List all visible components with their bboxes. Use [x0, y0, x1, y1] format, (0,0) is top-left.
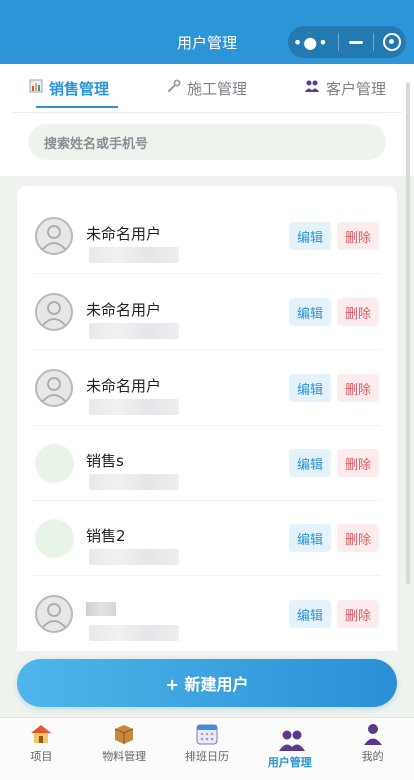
- delete-button[interactable]: 删除: [337, 600, 379, 628]
- title-bar: 用户管理 •●•: [0, 0, 414, 64]
- nav-label: 我的: [361, 750, 384, 763]
- nav-item-projects[interactable]: 项目: [0, 718, 83, 780]
- nav-label: 项目: [30, 750, 53, 763]
- edit-button[interactable]: 编辑: [289, 449, 331, 477]
- list-item[interactable]: 未命名用户 编辑 删除: [33, 274, 381, 350]
- tab-construction-label: 施工管理: [186, 79, 247, 98]
- nav-item-users[interactable]: 用户管理: [248, 718, 331, 780]
- tab-customers[interactable]: 客户管理: [276, 64, 414, 112]
- edit-button[interactable]: 编辑: [289, 298, 331, 326]
- user-name: 销售s: [86, 452, 124, 470]
- tab-sales[interactable]: 销售管理: [0, 64, 138, 112]
- list-item[interactable]: 未命名用户 编辑 删除: [33, 198, 381, 274]
- nav-item-me[interactable]: 我的: [331, 718, 414, 780]
- blank-avatar: [35, 519, 74, 558]
- delete-button[interactable]: 删除: [337, 222, 379, 250]
- tab-sales-label: 销售管理: [48, 79, 109, 98]
- nav-label: 排班日历: [184, 750, 229, 763]
- redacted-phone: [89, 323, 179, 339]
- users-icon: [278, 728, 305, 752]
- create-user-button[interactable]: + 新建用户: [17, 659, 397, 707]
- box-icon: [112, 722, 136, 746]
- list-item[interactable]: 销售s 编辑 删除: [33, 425, 381, 501]
- wrench-icon: [167, 79, 181, 97]
- tab-customers-label: 客户管理: [325, 79, 386, 98]
- default-avatar-icon: [35, 293, 73, 331]
- capsule-divider: [338, 33, 340, 51]
- nav-label: 物料管理: [102, 750, 147, 763]
- default-avatar-icon: [35, 369, 73, 407]
- edit-button[interactable]: 编辑: [289, 600, 331, 628]
- miniapp-capsule: •●•: [288, 26, 406, 58]
- bottom-nav: 项目 物料管理 排班日历 用户管理 我的: [0, 717, 414, 780]
- edit-button[interactable]: 编辑: [289, 222, 331, 250]
- redacted-phone: [89, 247, 179, 263]
- user-list: 未命名用户 编辑 删除 未命名用户 编辑 删除 未命名用户 编辑 删除 销售s: [17, 186, 397, 686]
- edit-button[interactable]: 编辑: [289, 374, 331, 402]
- blank-avatar: [35, 444, 74, 483]
- delete-button[interactable]: 删除: [337, 298, 379, 326]
- user-name: 销售2: [86, 527, 126, 545]
- delete-button[interactable]: 删除: [337, 374, 379, 402]
- list-item[interactable]: 未命名用户 编辑 删除: [33, 350, 381, 426]
- nav-item-materials[interactable]: 物料管理: [83, 718, 166, 780]
- tab-construction[interactable]: 施工管理: [138, 64, 276, 112]
- nav-item-calendar[interactable]: 排班日历: [166, 718, 249, 780]
- tab-divider: [12, 112, 402, 113]
- user-name: 未命名用户: [86, 225, 162, 243]
- redacted-phone: [89, 474, 179, 490]
- people-icon: [304, 79, 320, 97]
- redacted-phone: [89, 549, 179, 565]
- delete-button[interactable]: 删除: [337, 524, 379, 552]
- close-target-icon[interactable]: [383, 33, 402, 51]
- nav-label: 用户管理: [267, 756, 312, 769]
- list-item[interactable]: 销售2 编辑 删除: [33, 500, 381, 576]
- redacted-phone: [89, 399, 179, 415]
- user-name: 未命名用户: [86, 377, 162, 395]
- delete-button[interactable]: 删除: [337, 449, 379, 477]
- create-bar: + 新建用户: [0, 651, 414, 717]
- search-input[interactable]: 搜索姓名或手机号: [28, 124, 386, 160]
- edit-button[interactable]: 编辑: [289, 524, 331, 552]
- default-avatar-icon: [35, 217, 73, 255]
- minimize-icon[interactable]: [348, 40, 363, 44]
- more-icon[interactable]: •●•: [293, 33, 329, 52]
- redacted-phone: [89, 625, 179, 641]
- app-root: 用户管理 •●• 销售管理 施工管理 客户管理 搜索姓名或手机号 未命名用户 编…: [0, 0, 414, 780]
- calendar-icon: [195, 722, 219, 746]
- bar-chart-icon: [29, 79, 43, 97]
- top-panel: 销售管理 施工管理 客户管理 搜索姓名或手机号: [0, 64, 414, 176]
- person-icon: [361, 722, 385, 746]
- scrollbar[interactable]: [406, 82, 410, 584]
- list-item[interactable]: 编辑 删除: [33, 576, 381, 652]
- capsule-divider: [372, 33, 374, 51]
- tab-bar: 销售管理 施工管理 客户管理: [0, 64, 414, 112]
- default-avatar-icon: [35, 595, 73, 633]
- redacted-name: [86, 602, 116, 616]
- house-icon: [29, 722, 53, 746]
- user-name: 未命名用户: [86, 301, 162, 319]
